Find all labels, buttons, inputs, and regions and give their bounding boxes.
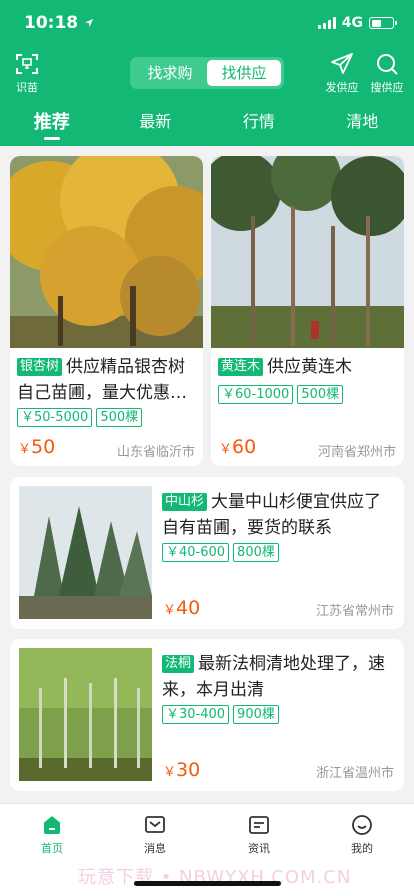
listing-chips: ￥40-600 800棵 [162, 543, 279, 562]
listing-title-text: 最新法桐清地处理了，速来，本月出清 [162, 654, 386, 700]
news-icon [249, 816, 269, 834]
listing-title: 法桐 最新法桐清地处理了，速来，本月出清 [162, 651, 397, 703]
home-indicator [134, 881, 281, 886]
listing-tag: 中山杉 [162, 493, 208, 511]
listing-location: 山东省临沂市 [116, 445, 195, 460]
listing-title-text: 供应黄连木 [267, 357, 353, 377]
price-value: 50 [31, 436, 56, 458]
currency-symbol: ￥ [18, 442, 32, 457]
status-time: 10:18 [24, 13, 79, 33]
network-label: 4G [341, 15, 363, 31]
listing-chips: ￥60-1000 500棵 [218, 385, 344, 404]
listing-tag: 法桐 [162, 655, 195, 673]
listing-location: 浙江省温州市 [315, 766, 394, 781]
post-supply-label: 发供应 [325, 81, 359, 94]
price-range-chip: ￥60-1000 [218, 385, 294, 404]
segment-find-supply[interactable]: 找供应 [207, 60, 281, 86]
listing-photo [19, 648, 152, 781]
tab-latest-label: 最新 [139, 112, 172, 131]
tabbar-home[interactable]: 首页 [22, 814, 82, 856]
tab-recommended[interactable]: 推荐 [0, 108, 104, 140]
search-supply-button[interactable]: 搜供应 [365, 52, 409, 95]
tab-indicator [43, 137, 60, 140]
listing-chips: ￥30-400 900棵 [162, 705, 279, 724]
price-value: 30 [176, 759, 201, 781]
send-icon [331, 53, 353, 74]
listing-location: 江苏省常州市 [315, 604, 394, 619]
tab-clearance-label: 清地 [346, 112, 379, 131]
quantity-chip: 900棵 [233, 705, 279, 724]
location-arrow-icon [85, 19, 94, 27]
tabbar-messages[interactable]: 消息 [125, 814, 185, 856]
scan-icon [16, 54, 38, 74]
listing-tag: 银杏树 [17, 358, 63, 376]
quantity-chip: 500棵 [297, 385, 344, 404]
tabbar-news[interactable]: 资讯 [229, 814, 289, 856]
tab-market-label: 行情 [242, 112, 275, 131]
listing-title: 黄连木 供应黄连木 [218, 354, 400, 380]
listing-tag: 黄连木 [218, 358, 264, 376]
currency-symbol: ￥ [163, 603, 177, 618]
listing-photo [10, 156, 203, 348]
listing-card[interactable]: 法桐 最新法桐清地处理了，速来，本月出清 ￥30-400 900棵 ￥30 浙江省… [10, 639, 404, 791]
search-icon [377, 54, 398, 75]
listing-photo [19, 486, 152, 619]
tabbar-messages-label: 消息 [144, 842, 166, 855]
quantity-chip: 800棵 [233, 543, 279, 562]
price-range-chip: ￥50-5000 [17, 408, 93, 427]
listing-card[interactable]: 中山杉 大量中山杉便宜供应了自有苗圃，要货的联系 ￥40-600 800棵 ￥40… [10, 477, 404, 629]
status-right: 4G [317, 15, 397, 31]
price-range-chip: ￥40-600 [162, 543, 230, 562]
price-value: 40 [176, 597, 201, 619]
signal-icon [317, 17, 336, 29]
listing-price: ￥40 [163, 597, 200, 619]
mode-segment: 找求购 找供应 [130, 57, 284, 89]
tabbar-profile[interactable]: 我的 [332, 814, 392, 856]
listing-price: ￥50 [18, 436, 55, 458]
price-range-chip: ￥30-400 [162, 705, 230, 724]
battery-icon [369, 17, 397, 29]
app-header: 10:18 4G 识苗 找求购 找供应 发供应 搜供应 推荐 最新 行情 清地 [0, 0, 414, 146]
listing-chips: ￥50-5000 500棵 [17, 408, 143, 427]
tab-latest[interactable]: 最新 [104, 108, 208, 138]
tabbar-home-label: 首页 [41, 842, 63, 855]
listing-location: 河南省郑州市 [317, 445, 396, 460]
status-time-wrap: 10:18 [24, 13, 94, 33]
tabbar-profile-label: 我的 [351, 842, 373, 855]
segment-seek-purchase[interactable]: 找求购 [133, 60, 207, 86]
listing-card[interactable]: 银杏树 供应精品银杏树自己苗圃，量大优惠… ￥50-5000 500棵 ￥50 山… [10, 156, 203, 466]
scan-label: 识苗 [16, 81, 38, 94]
quantity-chip: 500棵 [96, 408, 143, 427]
listing-card[interactable]: 黄连木 供应黄连木 ￥60-1000 500棵 ￥60 河南省郑州市 [211, 156, 404, 466]
listing-price: ￥30 [163, 759, 200, 781]
search-supply-label: 搜供应 [370, 81, 404, 94]
currency-symbol: ￥ [219, 442, 233, 457]
mail-icon [145, 816, 165, 833]
listing-title: 中山杉 大量中山杉便宜供应了自有苗圃，要货的联系 [162, 489, 397, 541]
listing-title: 银杏树 供应精品银杏树自己苗圃，量大优惠… [17, 354, 199, 406]
tab-market[interactable]: 行情 [207, 108, 311, 138]
smile-icon [352, 815, 372, 835]
listing-price: ￥60 [219, 436, 256, 458]
tabbar-news-label: 资讯 [248, 842, 270, 855]
scan-button[interactable]: 识苗 [5, 52, 49, 95]
top-toolbar: 识苗 找求购 找供应 发供应 搜供应 [0, 52, 414, 96]
tab-recommended-label: 推荐 [33, 112, 70, 133]
tab-clearance[interactable]: 清地 [311, 108, 414, 138]
home-icon [44, 816, 60, 834]
price-value: 60 [232, 436, 257, 458]
post-supply-button[interactable]: 发供应 [320, 52, 364, 95]
listing-photo [211, 156, 404, 348]
status-bar: 10:18 4G [24, 12, 397, 34]
category-tabs: 推荐 最新 行情 清地 [0, 108, 414, 140]
currency-symbol: ￥ [163, 765, 177, 780]
